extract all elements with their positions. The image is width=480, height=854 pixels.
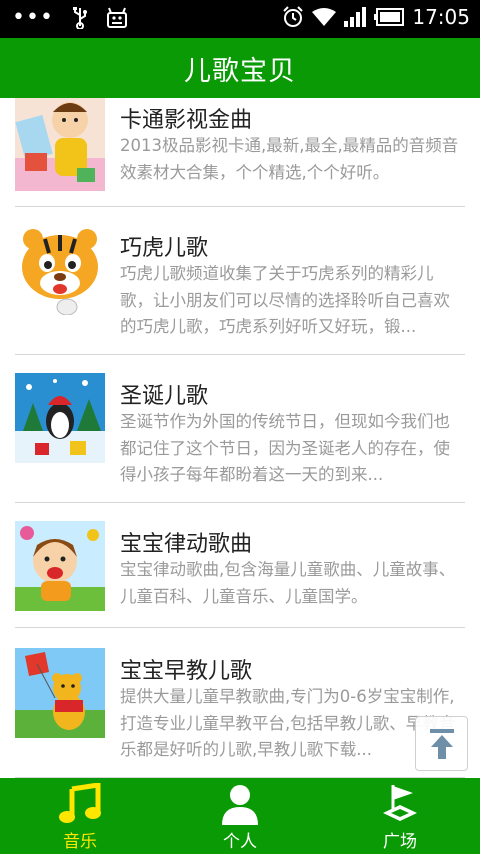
- item-title: 宝宝律动歌曲: [120, 532, 253, 557]
- item-title: 宝宝早教儿歌: [120, 659, 253, 684]
- android-debug-icon: [106, 7, 127, 28]
- battery-icon: [374, 8, 405, 26]
- christmas-penguin-thumbnail: [15, 373, 105, 463]
- item-description: 宝宝律动歌曲,包含海量儿童歌曲、儿童故事、儿童百科、儿童音乐、儿童国学。: [120, 560, 456, 606]
- plaza-flag-icon: [383, 785, 417, 821]
- tab-plaza[interactable]: 广场: [320, 778, 480, 854]
- happy-child-thumbnail: [15, 521, 105, 611]
- tab-label: 音乐: [63, 832, 97, 852]
- bottom-navigation: 音乐 个人 广场: [0, 778, 480, 854]
- item-description: 圣诞节作为外国的传统节日，但现如今我们也都记住了这个节日，因为圣诞老人的存在，使…: [120, 412, 450, 484]
- signal-icon: [344, 7, 367, 27]
- app-header: 儿歌宝贝: [0, 38, 480, 98]
- page-title: 儿歌宝贝: [184, 55, 296, 87]
- usb-icon: [72, 7, 87, 29]
- item-description: 2013极品影视卡通,最新,最全,最精品的音频音效素材大合集，个个精选,个个好听…: [120, 136, 459, 182]
- music-note-icon: [59, 783, 101, 823]
- arrow-up-icon: [429, 728, 454, 759]
- status-bar: ••• 17:05: [0, 0, 480, 38]
- tab-personal[interactable]: 个人: [160, 778, 320, 854]
- list-item-cartoon[interactable]: 卡通影视金曲 2013极品影视卡通,最新,最全,最精品的音频音效素材大合集，个个…: [15, 98, 465, 207]
- tab-label: 个人: [223, 832, 257, 852]
- item-title: 卡通影视金曲: [120, 108, 253, 133]
- category-list[interactable]: 卡通影视金曲 2013极品影视卡通,最新,最全,最精品的音频音效素材大合集，个个…: [0, 98, 480, 778]
- item-title: 巧虎儿歌: [120, 236, 209, 261]
- list-item-qiaohu[interactable]: 巧虎儿歌 巧虎儿歌频道收集了关于巧虎系列的精彩儿歌，让小朋友们可以尽情的选择聆听…: [15, 207, 465, 355]
- more-dots-icon: •••: [12, 5, 54, 30]
- wifi-icon: [312, 8, 337, 26]
- item-description: 巧虎儿歌频道收集了关于巧虎系列的精彩儿歌，让小朋友们可以尽情的选择聆听自己喜欢的…: [120, 264, 450, 336]
- tab-music[interactable]: 音乐: [0, 778, 160, 854]
- tab-label: 广场: [383, 832, 417, 852]
- cartoon-boy-thumbnail: [15, 98, 105, 191]
- back-to-top-button[interactable]: [415, 716, 468, 771]
- alarm-icon: [283, 6, 304, 27]
- tiger-thumbnail: [15, 225, 105, 315]
- list-item-rhythm[interactable]: 宝宝律动歌曲 宝宝律动歌曲,包含海量儿童歌曲、儿童故事、儿童百科、儿童音乐、儿童…: [15, 503, 465, 628]
- list-item-early-edu[interactable]: 宝宝早教儿歌 提供大量儿童早教歌曲,专门为0-6岁宝宝制作,打造专业儿童早教平台…: [15, 628, 465, 778]
- item-title: 圣诞儿歌: [120, 384, 209, 409]
- list-item-christmas[interactable]: 圣诞儿歌 圣诞节作为外国的传统节日，但现如今我们也都记住了这个节日，因为圣诞老人…: [15, 355, 465, 503]
- item-description: 提供大量儿童早教歌曲,专门为0-6岁宝宝制作,打造专业儿童早教平台,包括早教儿歌…: [120, 687, 456, 759]
- person-icon: [222, 785, 258, 825]
- status-time: 17:05: [412, 5, 470, 29]
- pooh-kite-thumbnail: [15, 648, 105, 738]
